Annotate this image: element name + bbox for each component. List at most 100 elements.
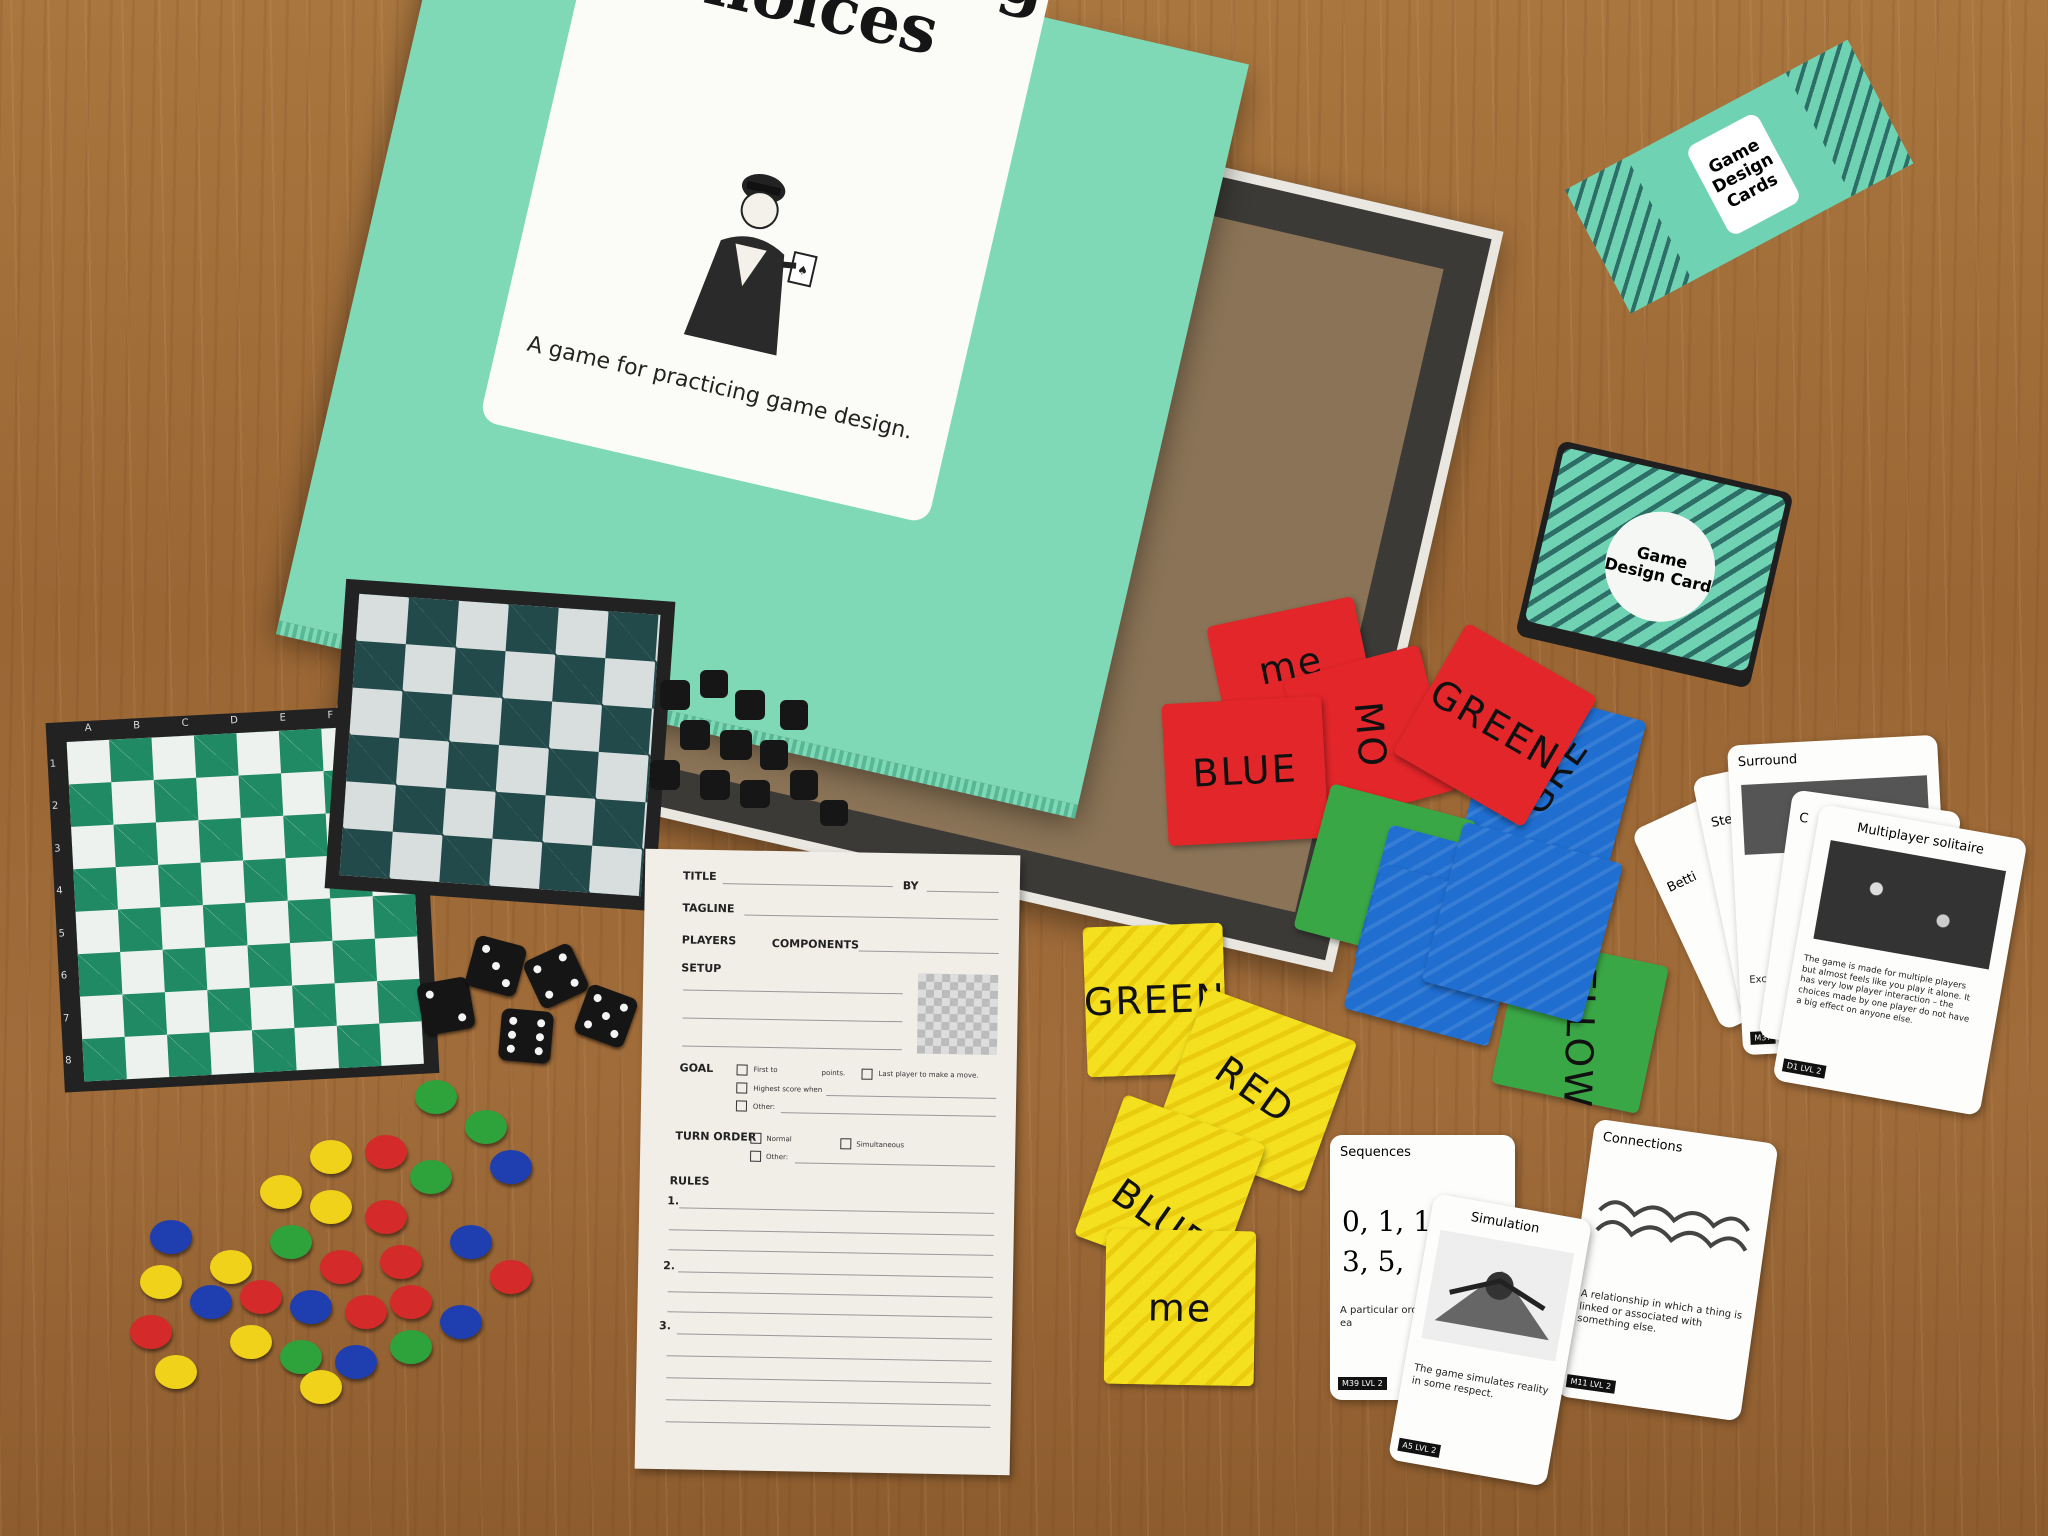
rule-number: 2.: [663, 1259, 676, 1273]
goal-last-checkbox[interactable]: [861, 1068, 873, 1080]
token-green[interactable]: [415, 1080, 457, 1114]
card-box[interactable]: Game Design Cards: [1565, 39, 1914, 314]
token-blue[interactable]: [290, 1290, 332, 1324]
token-blue[interactable]: [490, 1150, 532, 1184]
token-red[interactable]: [345, 1295, 387, 1329]
sheet-by-label: BY: [902, 879, 919, 893]
sheet-players-label: PLAYERS: [681, 933, 737, 948]
card-tag: M11 LVL 2: [1565, 1374, 1616, 1394]
token-yellow[interactable]: [300, 1370, 342, 1404]
token-red[interactable]: [320, 1250, 362, 1284]
token-green[interactable]: [410, 1160, 452, 1194]
rank-label: 7: [62, 1012, 70, 1025]
sheet-turn-order-label: TURN ORDER: [675, 1129, 757, 1144]
rule-number: 1.: [667, 1194, 680, 1208]
dice-group[interactable]: [415, 934, 650, 1090]
token-green[interactable]: [270, 1225, 312, 1259]
rank-label: 1: [49, 758, 57, 770]
card-box-pattern-left: [1565, 157, 1693, 314]
token-yellow[interactable]: [310, 1140, 352, 1174]
black-pieces-pile[interactable]: [640, 660, 880, 860]
goal-first-checkbox[interactable]: [736, 1064, 748, 1076]
tile-word: RED: [1207, 1047, 1303, 1133]
box-tagline: A game for practicing game design.: [524, 331, 915, 445]
token-blue[interactable]: [450, 1225, 492, 1259]
token-red[interactable]: [380, 1245, 422, 1279]
design-card-connections[interactable]: Connections A relationship in which a th…: [1556, 1118, 1779, 1422]
token-red[interactable]: [240, 1280, 282, 1314]
token-blue[interactable]: [190, 1285, 232, 1319]
sheet-rules-label: RULES: [669, 1174, 710, 1188]
token-green[interactable]: [280, 1340, 322, 1374]
token-red[interactable]: [390, 1285, 432, 1319]
game-design-sheet[interactable]: TITLE BY TAGLINE PLAYERS COMPONENTS SETU…: [634, 848, 1021, 1476]
die[interactable]: [464, 934, 528, 998]
file-label: B: [132, 720, 141, 732]
card-fragment: Betti: [1664, 869, 1700, 896]
token-green[interactable]: [465, 1110, 507, 1144]
card-text: The game is made for multiple players bu…: [1795, 953, 1971, 1026]
card-deck[interactable]: Game Design Card: [1515, 440, 1794, 689]
token-blue[interactable]: [440, 1305, 482, 1339]
eagle-illustration: [1421, 1229, 1575, 1362]
token-yellow[interactable]: [155, 1355, 197, 1389]
card-illustration: [1813, 840, 2007, 970]
file-label: F: [327, 710, 334, 722]
token-yellow[interactable]: [140, 1265, 182, 1299]
file-label: E: [279, 712, 287, 724]
card-formula: 0, 1, 1: [1342, 1205, 1432, 1238]
tile-word: me: [1147, 1284, 1213, 1331]
word-tile-yellow[interactable]: me: [1103, 1228, 1257, 1387]
turn-simultaneous-checkbox[interactable]: [840, 1138, 852, 1150]
wooden-tokens[interactable]: [120, 1080, 580, 1404]
rank-label: 4: [56, 885, 64, 897]
token-red[interactable]: [490, 1260, 532, 1294]
rank-label: 2: [51, 800, 59, 813]
card-formula: 3, 5,: [1342, 1245, 1405, 1278]
card-title: Surround: [1737, 752, 1798, 771]
turn-normal-label: Normal: [766, 1134, 792, 1144]
sheet-components-label: COMPONENTS: [771, 936, 860, 952]
card-tag: D1 LVL 2: [1781, 1058, 1827, 1079]
card-text: A relationship in which a thing is linke…: [1576, 1288, 1743, 1335]
word-tile-red[interactable]: BLUE: [1161, 695, 1329, 847]
token-blue[interactable]: [335, 1345, 377, 1379]
token-red[interactable]: [130, 1315, 172, 1349]
die[interactable]: [415, 975, 477, 1037]
die[interactable]: [572, 982, 640, 1050]
token-blue[interactable]: [150, 1220, 192, 1254]
turn-normal-checkbox[interactable]: [750, 1132, 762, 1144]
rank-label: 3: [53, 843, 61, 855]
token-red[interactable]: [365, 1200, 407, 1234]
goal-other-checkbox[interactable]: [735, 1100, 748, 1112]
token-green[interactable]: [390, 1330, 432, 1364]
file-label: A: [84, 722, 92, 735]
die[interactable]: [521, 941, 591, 1011]
sheet-board-thumbnail: [916, 973, 999, 1055]
tile-word: BLUE: [1191, 746, 1299, 796]
tile-word: MO: [1345, 699, 1395, 771]
card-title: Sequences: [1340, 1145, 1411, 1160]
goal-points-label: points.: [821, 1068, 846, 1078]
card-title: Simulation: [1469, 1209, 1541, 1237]
token-red[interactable]: [365, 1135, 407, 1169]
checker-squares: [339, 593, 661, 897]
card-text: The game simulates reality in some respe…: [1410, 1362, 1550, 1400]
token-yellow[interactable]: [210, 1250, 252, 1284]
token-yellow[interactable]: [230, 1325, 272, 1359]
rule-number: 3.: [659, 1319, 672, 1333]
goal-highest-label: Highest score when: [753, 1084, 823, 1094]
chain-illustration: [1595, 1200, 1750, 1252]
gentleman-illustration: ♠: [683, 173, 818, 356]
turn-other-checkbox[interactable]: [749, 1150, 762, 1162]
die[interactable]: [497, 1007, 555, 1065]
goal-other-label: Other:: [752, 1102, 776, 1112]
card-box-pattern-right: [1785, 39, 1914, 197]
card-tag: A5 LVL 2: [1397, 1437, 1442, 1458]
token-yellow[interactable]: [310, 1190, 352, 1224]
checker-board-dark[interactable]: [324, 578, 676, 912]
sheet-setup-label: SETUP: [681, 961, 722, 976]
deck-top-card: Game Design Card: [1524, 447, 1787, 672]
token-yellow[interactable]: [260, 1175, 302, 1209]
goal-highest-checkbox[interactable]: [736, 1082, 748, 1094]
